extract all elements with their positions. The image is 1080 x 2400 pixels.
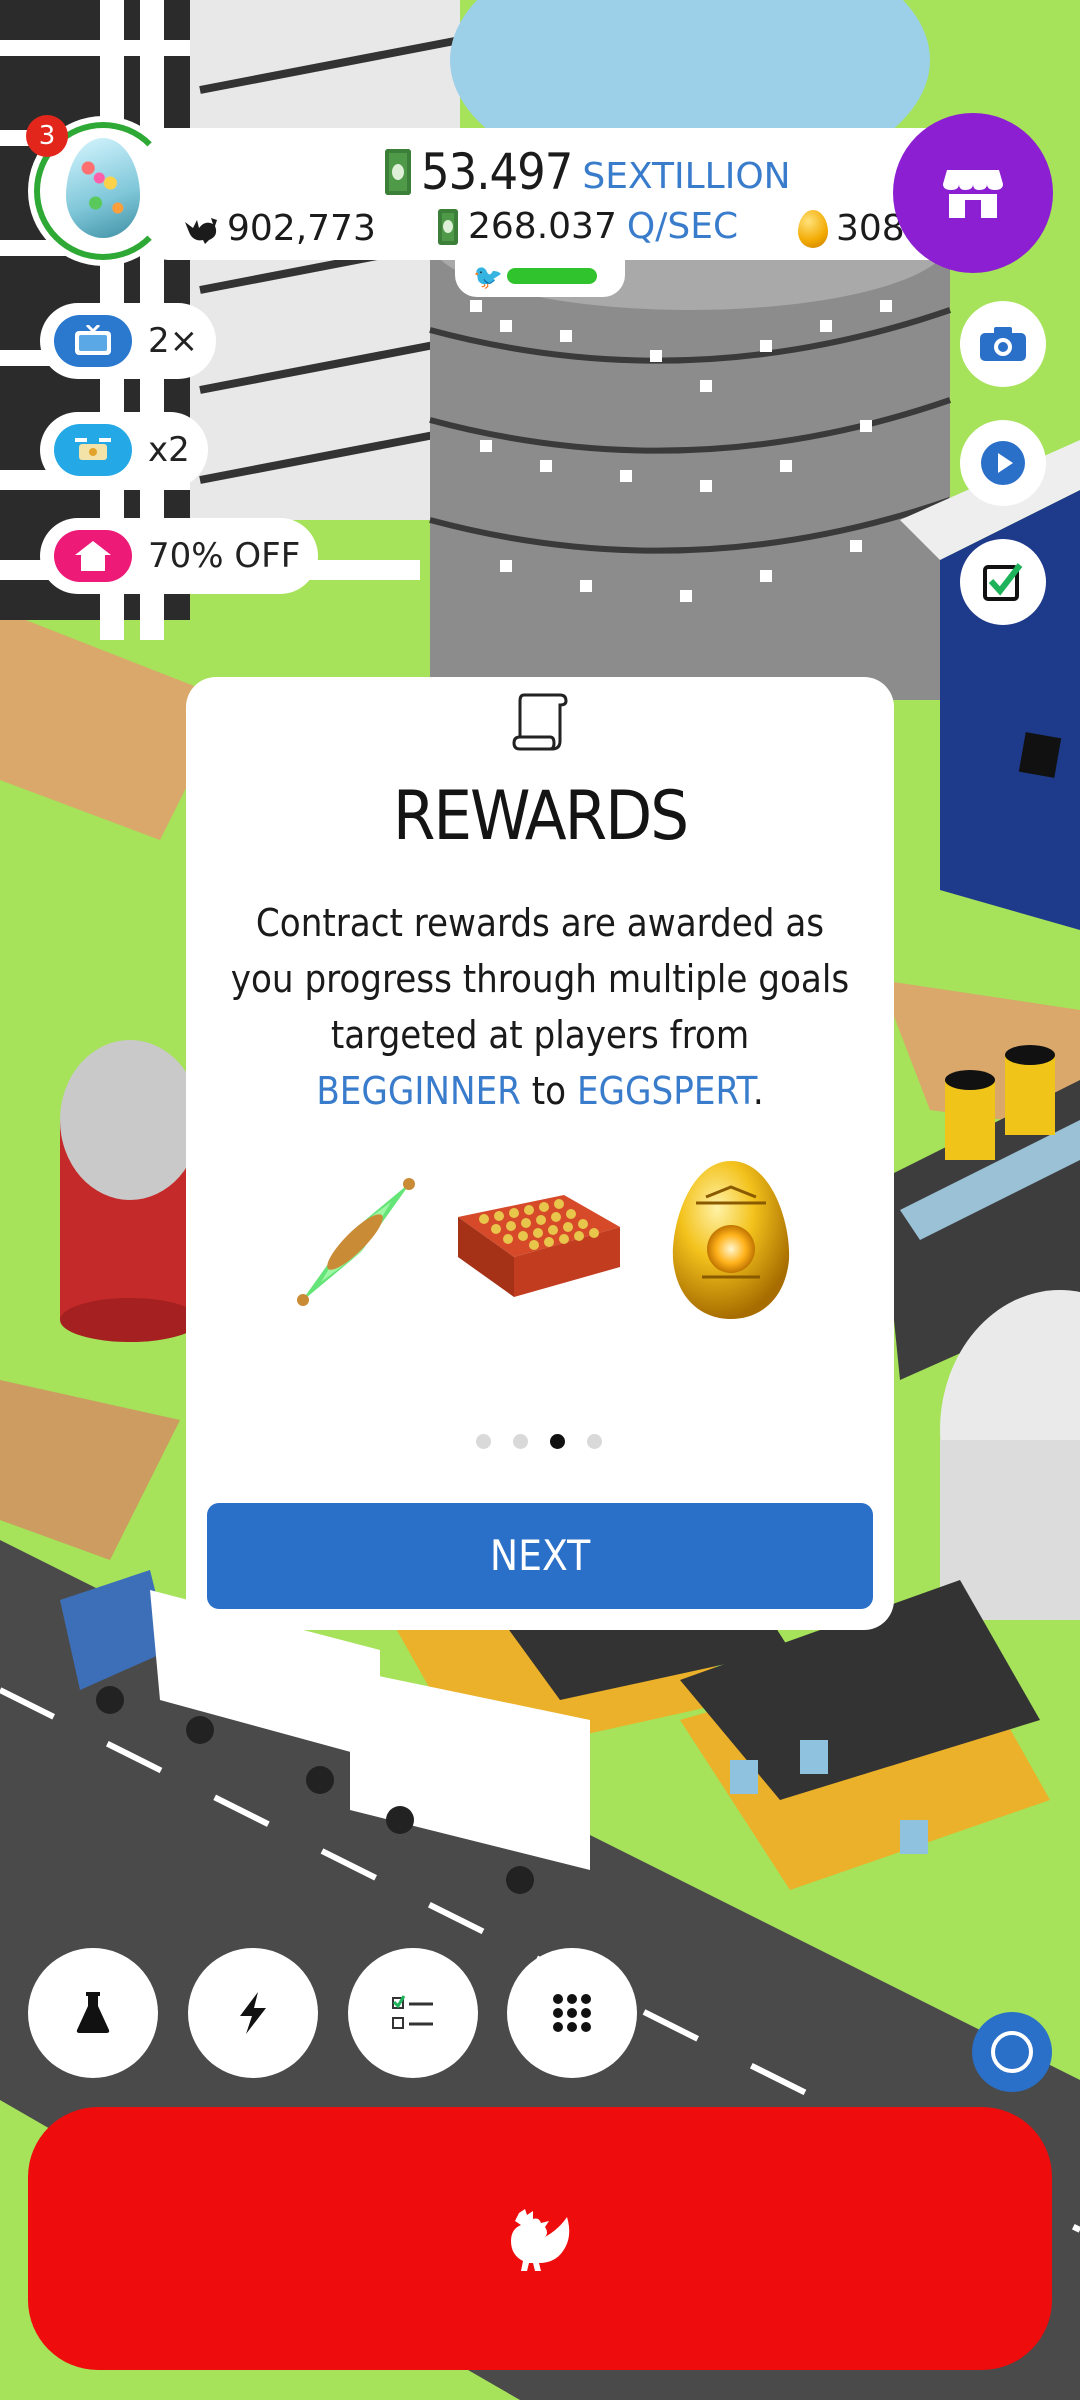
- cash-value: 53.497: [421, 143, 573, 201]
- scroll-icon: [512, 693, 568, 751]
- page-dot[interactable]: [476, 1434, 491, 1449]
- ring-icon: [991, 2031, 1033, 2073]
- checkbox-icon: [983, 563, 1023, 601]
- rate-value: 268.037: [468, 206, 617, 247]
- camera-button[interactable]: [960, 301, 1046, 387]
- body-text: Contract rewards are awarded as you prog…: [230, 901, 850, 1057]
- shop-icon: [943, 170, 1003, 218]
- rewards-dialog: REWARDS Contract rewards are awarded as …: [186, 677, 894, 1630]
- rate-unit: Q/SEC: [626, 206, 739, 247]
- tasks-button[interactable]: [960, 539, 1046, 625]
- dialog-title: REWARDS: [392, 777, 689, 856]
- drone-icon: [54, 424, 132, 476]
- boost-label: 2×: [148, 321, 199, 361]
- shop-button[interactable]: [893, 113, 1053, 273]
- habitat-progress: 🐦: [455, 255, 625, 297]
- cash-display: 53.497 SEXTILLION: [385, 140, 791, 204]
- play-icon: [981, 441, 1025, 485]
- notification-badge: 3: [26, 115, 68, 157]
- research-button[interactable]: [28, 1948, 158, 2078]
- cash-icon: [385, 149, 411, 195]
- beginner-link: BEGGINNER: [316, 1069, 521, 1113]
- golden-egg: [672, 1161, 790, 1319]
- video-button[interactable]: [960, 420, 1046, 506]
- eggspert-link: EGGSPERT: [576, 1069, 753, 1113]
- earning-rate: 268.037 Q/SEC: [438, 206, 738, 247]
- boost-label: 70% OFF: [148, 536, 301, 576]
- boost-pill-sale[interactable]: 70% OFF: [40, 518, 319, 594]
- body-text: .: [752, 1069, 764, 1113]
- habitat-progress-bar: [507, 268, 597, 284]
- checklist-icon: [392, 1995, 433, 2029]
- green-crystal-artifact: [297, 1178, 415, 1306]
- grid-icon: [553, 1994, 591, 2032]
- golden-eggs[interactable]: 308: [798, 208, 905, 249]
- flask-icon: [76, 1992, 110, 2033]
- overlay-toggle-button[interactable]: [972, 2012, 1052, 2092]
- boosts-button[interactable]: [188, 1948, 318, 2078]
- golden-eggs-value: 308: [836, 208, 905, 249]
- menu-button[interactable]: [507, 1948, 637, 2078]
- lightning-icon: [240, 1992, 266, 2034]
- hatch-chicken-button[interactable]: [28, 2107, 1052, 2370]
- page-dot-active[interactable]: [550, 1434, 565, 1449]
- chicken-count-value: 902,773: [227, 208, 376, 249]
- missions-button[interactable]: [348, 1948, 478, 2078]
- boost-label: x2: [148, 430, 190, 470]
- page-dot[interactable]: [513, 1434, 528, 1449]
- page-dot[interactable]: [587, 1434, 602, 1449]
- next-button[interactable]: NEXT: [207, 1503, 873, 1609]
- cash-icon: [438, 208, 458, 245]
- boost-pill-video[interactable]: 2×: [40, 303, 217, 379]
- chick-icon: 🐦: [473, 263, 503, 291]
- golden-egg-icon: [798, 209, 828, 248]
- cash-unit: SEXTILLION: [582, 155, 791, 197]
- egg-crate: [458, 1195, 620, 1297]
- house-sale-icon: [54, 530, 132, 582]
- chicken-icon: [185, 217, 217, 244]
- chicken-count: 902,773: [185, 208, 376, 249]
- camera-icon: [980, 327, 1026, 361]
- dialog-body: Contract rewards are awarded as you prog…: [226, 895, 854, 1119]
- body-text: to: [520, 1069, 577, 1113]
- tv-icon: [54, 315, 132, 367]
- chicken-icon: [511, 2208, 570, 2271]
- page-indicator: [476, 1434, 602, 1449]
- boost-pill-drone[interactable]: x2: [40, 412, 208, 488]
